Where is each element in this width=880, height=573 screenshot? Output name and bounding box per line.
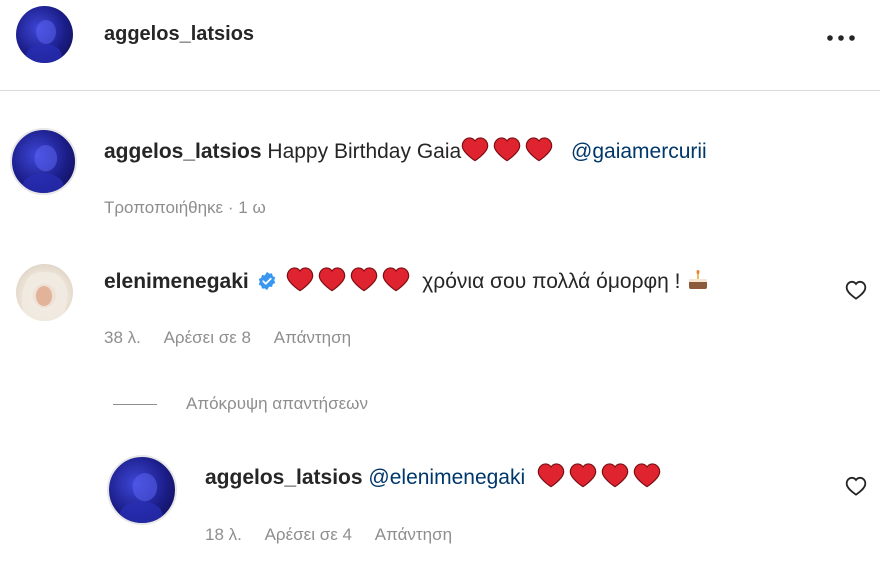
more-horizontal-icon[interactable]	[826, 30, 858, 41]
red-heart-icon	[633, 462, 661, 488]
caption-mention[interactable]: @gaiamercurii	[571, 140, 707, 163]
red-heart-icon	[569, 462, 597, 488]
comment-text: χρόνια σου πολλά όμορφη !	[422, 270, 681, 293]
reply-avatar[interactable]	[107, 455, 177, 525]
red-heart-icon	[537, 462, 565, 488]
header-divider	[0, 90, 880, 91]
red-heart-icon	[318, 266, 346, 292]
header-username[interactable]: aggelos_latsios	[104, 23, 254, 46]
red-heart-icon	[350, 266, 378, 292]
comment-hearts	[286, 267, 414, 293]
caption-time[interactable]: 1 ω	[238, 198, 265, 217]
cake-icon	[686, 268, 710, 292]
reply-hearts	[537, 463, 665, 489]
red-heart-icon	[601, 462, 629, 488]
verified-badge-icon	[257, 271, 277, 291]
reply-time[interactable]: 18 λ.	[205, 525, 242, 544]
caption-hearts	[461, 137, 557, 163]
red-heart-icon	[525, 136, 553, 162]
edited-label: Τροποποιήθηκε	[104, 198, 224, 217]
red-heart-icon	[461, 136, 489, 162]
reply-actions: 18 λ. Αρέσει σε 4 Απάντηση	[205, 525, 452, 545]
comment-line: elenimenegaki χρόνια σου πολλά όμορφη !	[104, 266, 710, 294]
comment-avatar[interactable]	[16, 264, 73, 321]
comment-actions: 38 λ. Αρέσει σε 8 Απάντηση	[104, 328, 351, 348]
comment-time[interactable]: 38 λ.	[104, 328, 141, 347]
comment-reply-button[interactable]: Απάντηση	[274, 328, 351, 347]
hide-replies-line	[113, 404, 157, 405]
caption-line: aggelos_latsios Happy Birthday Gaia @gai…	[104, 136, 707, 164]
red-heart-icon	[493, 136, 521, 162]
reply-likes[interactable]: Αρέσει σε 4	[265, 525, 352, 544]
meta-separator: ·	[227, 198, 234, 217]
hide-replies-button[interactable]: Απόκρυψη απαντήσεων	[186, 394, 368, 414]
red-heart-icon	[382, 266, 410, 292]
reply-line: aggelos_latsios @elenimenegaki	[205, 462, 665, 490]
reply-mention[interactable]: @elenimenegaki	[368, 466, 525, 489]
like-comment-heart-icon[interactable]	[845, 280, 867, 300]
caption-meta: Τροποποιήθηκε · 1 ω	[104, 198, 266, 218]
caption-username[interactable]: aggelos_latsios	[104, 140, 262, 163]
caption-avatar[interactable]	[10, 128, 77, 195]
caption-text: Happy Birthday Gaia	[267, 140, 462, 163]
reply-reply-button[interactable]: Απάντηση	[375, 525, 452, 544]
like-reply-heart-icon[interactable]	[845, 476, 867, 496]
comment-username[interactable]: elenimenegaki	[104, 270, 249, 293]
red-heart-icon	[286, 266, 314, 292]
reply-username[interactable]: aggelos_latsios	[205, 466, 363, 489]
comment-likes[interactable]: Αρέσει σε 8	[164, 328, 251, 347]
header-avatar[interactable]	[16, 6, 73, 63]
